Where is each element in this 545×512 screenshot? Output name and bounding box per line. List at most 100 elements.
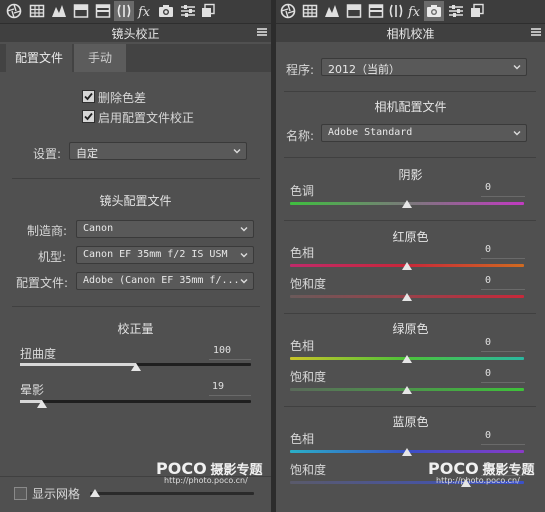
- name-label: 名称:: [286, 129, 315, 143]
- blue-hue-slider-thumb[interactable]: [402, 448, 412, 456]
- setup-dropdown[interactable]: 自定: [69, 142, 247, 160]
- enable-profile-checkbox[interactable]: [82, 110, 95, 123]
- profile-name-dropdown[interactable]: Adobe Standard: [321, 124, 527, 142]
- lens-icon[interactable]: [114, 1, 134, 21]
- mountain-icon[interactable]: [324, 3, 340, 19]
- vignetting-slider-thumb[interactable]: [37, 400, 47, 408]
- svg-text:fx: fx: [407, 5, 421, 19]
- blue-primary-heading: 蓝原色: [392, 415, 429, 429]
- grid-icon[interactable]: [302, 3, 318, 19]
- red-hue-label: 色相: [290, 246, 315, 260]
- model-value: Canon EF 35mm f/2 IS USM: [83, 249, 228, 260]
- value-underline: [209, 359, 251, 360]
- divider: [284, 406, 536, 407]
- camera-icon[interactable]: [158, 3, 174, 19]
- green-hue-label: 色相: [290, 339, 315, 353]
- detail-icon[interactable]: [73, 3, 89, 19]
- process-dropdown[interactable]: 2012（当前）: [321, 58, 527, 76]
- red-sat-value[interactable]: 0: [447, 275, 491, 286]
- profile-name-value: Adobe Standard: [328, 127, 413, 138]
- chevron-down-icon: [513, 65, 521, 70]
- panel-header[interactable]: 镜头校正: [0, 23, 271, 42]
- red-sat-slider-thumb[interactable]: [402, 293, 412, 301]
- red-hue-slider-thumb[interactable]: [402, 262, 412, 270]
- distortion-value[interactable]: 100: [187, 345, 231, 356]
- panel-menu-icon[interactable]: [531, 28, 541, 37]
- lens-profile-heading: 镜头配置文件: [99, 194, 172, 208]
- chevron-down-icon: [513, 131, 521, 136]
- green-hue-slider-thumb[interactable]: [402, 355, 412, 363]
- fx-icon[interactable]: fx: [137, 3, 153, 19]
- blue-hue-value[interactable]: 0: [447, 430, 491, 441]
- shadows-tint-value[interactable]: 0: [447, 182, 491, 193]
- divider: [284, 91, 536, 92]
- chevron-down-icon: [240, 253, 248, 258]
- fx-icon[interactable]: fx: [407, 3, 423, 19]
- make-dropdown[interactable]: Canon: [76, 220, 254, 238]
- panel-title: 相机校准: [386, 27, 435, 41]
- value-underline: [481, 258, 525, 259]
- grid-icon[interactable]: [29, 3, 45, 19]
- enable-profile-label: 启用配置文件校正: [98, 111, 195, 125]
- split-icon[interactable]: [368, 3, 384, 19]
- blue-sat-label: 饱和度: [290, 463, 327, 477]
- green-hue-value[interactable]: 0: [447, 337, 491, 348]
- sliders-icon[interactable]: [448, 3, 464, 19]
- green-sat-slider-thumb[interactable]: [402, 386, 412, 394]
- presets-icon[interactable]: [200, 3, 216, 19]
- model-dropdown[interactable]: Canon EF 35mm f/2 IS USM: [76, 246, 254, 264]
- distortion-slider-fill: [20, 363, 136, 366]
- vignetting-slider-track[interactable]: [20, 400, 251, 403]
- green-sat-value[interactable]: 0: [447, 368, 491, 379]
- grid-size-slider-thumb[interactable]: [90, 489, 100, 497]
- watermark: POCO 摄影专题 http://photo.poco.cn/: [156, 459, 263, 485]
- value-underline: [481, 196, 525, 197]
- red-primary-heading: 红原色: [392, 230, 429, 244]
- mountain-icon[interactable]: [51, 3, 67, 19]
- tab-manual[interactable]: 手动: [74, 44, 126, 72]
- value-underline: [481, 351, 525, 352]
- sliders-icon[interactable]: [180, 3, 196, 19]
- shadows-heading: 阴影: [398, 168, 423, 182]
- grid-size-slider-track[interactable]: [90, 492, 254, 495]
- vignetting-label: 晕影: [20, 383, 45, 397]
- panel-menu-icon[interactable]: [257, 28, 267, 37]
- make-value: Canon: [83, 223, 114, 234]
- value-underline: [481, 444, 525, 445]
- aperture-icon[interactable]: [280, 3, 296, 19]
- value-underline: [481, 382, 525, 383]
- panel-header[interactable]: 相机校准: [276, 23, 545, 42]
- divider: [284, 220, 536, 221]
- green-sat-label: 饱和度: [290, 370, 327, 384]
- profile-dropdown[interactable]: Adobe (Canon EF 35mm f/...: [76, 272, 254, 290]
- red-hue-value[interactable]: 0: [447, 244, 491, 255]
- red-sat-label: 饱和度: [290, 277, 327, 291]
- divider: [284, 157, 536, 158]
- camera-icon[interactable]: [424, 1, 444, 21]
- detail-icon[interactable]: [346, 3, 362, 19]
- camera-profile-heading: 相机配置文件: [374, 100, 447, 114]
- remove-ca-label: 删除色差: [98, 91, 147, 105]
- panel-toolbar: fx: [276, 0, 545, 23]
- lens-correction-panel: fx 镜头校正 配置文件 手动 删除色差 启用配置文件校正 设置: 自定 镜头配…: [0, 0, 271, 512]
- watermark-url: http://photo.poco.cn/: [436, 476, 520, 485]
- watermark-url: http://photo.poco.cn/: [164, 476, 248, 485]
- profile-value: Adobe (Canon EF 35mm f/...: [83, 275, 240, 286]
- distortion-slider-thumb[interactable]: [131, 363, 141, 371]
- show-grid-checkbox[interactable]: [14, 487, 27, 500]
- setup-label: 设置:: [33, 147, 62, 161]
- presets-icon[interactable]: [469, 3, 485, 19]
- watermark: POCO 摄影专题 http://photo.poco.cn/: [428, 459, 535, 485]
- amount-heading: 校正量: [117, 322, 154, 336]
- split-icon[interactable]: [95, 3, 111, 19]
- aperture-icon[interactable]: [6, 3, 22, 19]
- lens-icon[interactable]: [388, 3, 404, 19]
- shadows-tint-slider-thumb[interactable]: [402, 200, 412, 208]
- shadows-tint-label: 色调: [290, 184, 315, 198]
- process-value: 2012（当前）: [328, 63, 400, 76]
- remove-ca-checkbox[interactable]: [82, 90, 95, 103]
- tab-profile[interactable]: 配置文件: [6, 44, 72, 72]
- make-label: 制造商:: [27, 224, 68, 238]
- setup-value: 自定: [76, 147, 98, 160]
- vignetting-value[interactable]: 19: [180, 381, 224, 392]
